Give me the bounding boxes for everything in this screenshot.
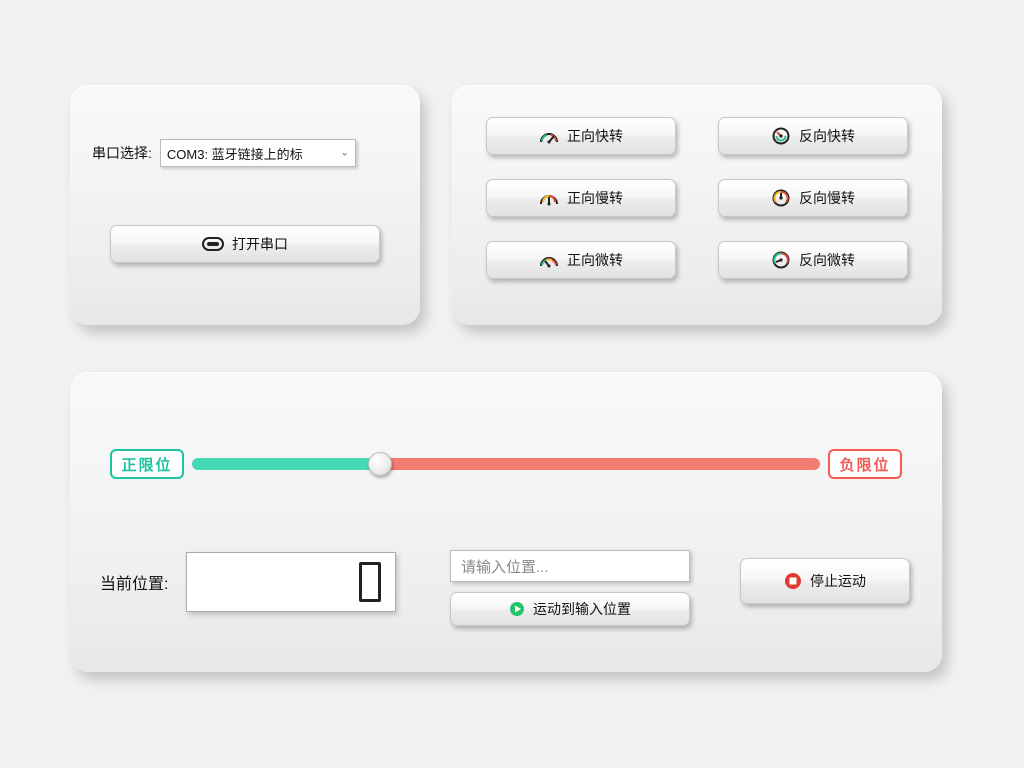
serial-port-icon (202, 237, 224, 251)
current-position-row: 当前位置: (100, 552, 396, 612)
reverse-fast-button[interactable]: 反向快转 (718, 117, 908, 155)
gauge-rev-micro-icon (771, 251, 791, 269)
gauge-micro-icon (539, 252, 559, 268)
slider-track-negative (380, 458, 820, 470)
button-label: 正向快转 (567, 126, 623, 146)
button-label: 停止运动 (810, 571, 866, 591)
motion-button-grid: 正向快转 反向快转 正向慢转 (486, 117, 908, 279)
gauge-rev-slow-icon (771, 189, 791, 207)
gauge-rev-fast-icon (771, 127, 791, 145)
open-serial-button[interactable]: 打开串口 (110, 225, 380, 263)
gauge-slow-icon (539, 190, 559, 206)
gauge-fast-icon (539, 128, 559, 144)
reverse-micro-button[interactable]: 反向微转 (718, 241, 908, 279)
button-label: 正向微转 (567, 250, 623, 270)
positive-limit-badge: 正限位 (110, 449, 184, 479)
button-label: 反向微转 (799, 250, 855, 270)
current-position-label: 当前位置: (100, 570, 168, 594)
button-label: 反向快转 (799, 126, 855, 146)
position-input[interactable]: 请输入位置... (450, 550, 690, 582)
button-label: 反向慢转 (799, 188, 855, 208)
forward-slow-button[interactable]: 正向慢转 (486, 179, 676, 217)
open-serial-label: 打开串口 (232, 234, 288, 254)
button-label: 运动到输入位置 (533, 599, 631, 619)
limit-slider[interactable]: 正限位 负限位 (110, 444, 902, 484)
negative-limit-badge: 负限位 (828, 449, 902, 479)
serial-select-row: 串口选择: COM3: 蓝牙链接上的标 ⌄ (92, 139, 356, 167)
forward-fast-button[interactable]: 正向快转 (486, 117, 676, 155)
current-position-display (186, 552, 396, 612)
slider-track-positive (192, 458, 380, 470)
serial-port-combobox[interactable]: COM3: 蓝牙链接上的标 ⌄ (160, 139, 356, 167)
serial-panel: 串口选择: COM3: 蓝牙链接上的标 ⌄ 打开串口 (70, 85, 420, 325)
chevron-down-icon: ⌄ (341, 148, 349, 159)
stop-motion-button[interactable]: 停止运动 (740, 558, 910, 604)
motion-panel: 正向快转 反向快转 正向慢转 (452, 85, 942, 325)
serial-select-label: 串口选择: (92, 143, 152, 163)
stop-icon (784, 572, 802, 590)
reverse-slow-button[interactable]: 反向慢转 (718, 179, 908, 217)
serial-port-selected-value: COM3: 蓝牙链接上的标 (167, 144, 303, 163)
goto-position-button[interactable]: 运动到输入位置 (450, 592, 690, 626)
play-icon (509, 601, 525, 617)
position-input-placeholder: 请输入位置... (461, 556, 549, 577)
goto-position-group: 请输入位置... 运动到输入位置 (450, 550, 690, 626)
button-label: 正向慢转 (567, 188, 623, 208)
current-position-value (359, 562, 381, 602)
slider-knob[interactable] (368, 452, 392, 476)
forward-micro-button[interactable]: 正向微转 (486, 241, 676, 279)
position-panel: 正限位 负限位 当前位置: 请输入位置... 运动到输入位置 (70, 372, 942, 672)
slider-track[interactable] (192, 458, 820, 470)
